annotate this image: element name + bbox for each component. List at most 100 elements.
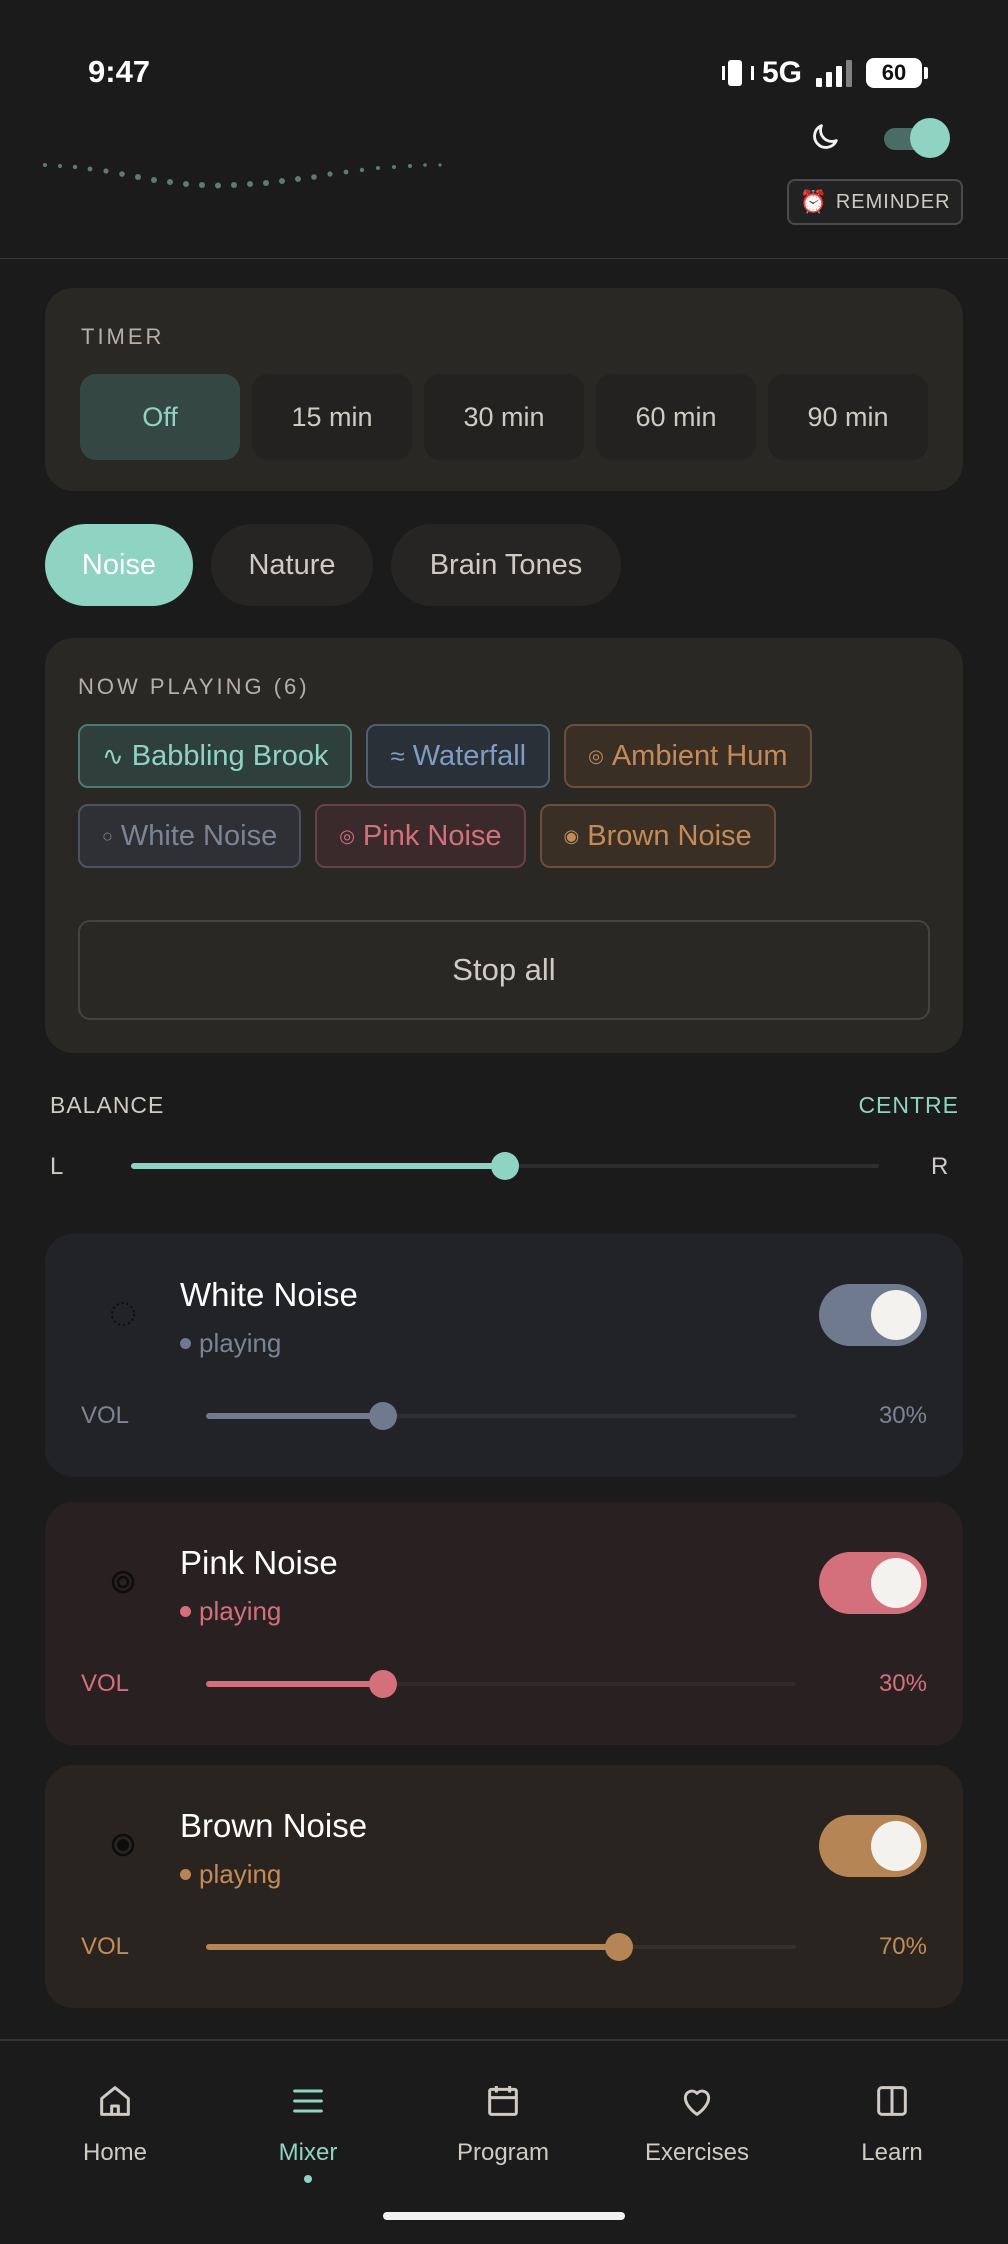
reminder-label: REMINDER: [835, 190, 951, 213]
active-indicator: [304, 2175, 312, 2183]
sound-state: playing: [180, 1859, 281, 1890]
toggle-knob: [871, 1558, 921, 1608]
sound-card-brown-noise: Brown Noise playing VOL 70%: [45, 1765, 963, 2008]
volume-slider[interactable]: [206, 1669, 796, 1699]
slider-thumb[interactable]: [491, 1152, 519, 1180]
chip-waterfall[interactable]: ≈ Waterfall: [366, 724, 551, 788]
wave-decoration: [43, 163, 442, 189]
status-time: 9:47: [88, 54, 151, 89]
reminder-button[interactable]: ⏰ REMINDER: [787, 179, 963, 225]
volume-slider[interactable]: [206, 1932, 796, 1962]
nav-label: Learn: [861, 2139, 923, 2166]
timer-option-30[interactable]: 30 min: [424, 374, 584, 460]
sound-card-white-noise: White Noise playing VOL 30%: [45, 1234, 963, 1477]
status-bar: 9:47 5G 60: [0, 0, 1008, 120]
sound-state-label: playing: [199, 1596, 282, 1626]
book-icon: [877, 2086, 907, 2116]
sound-state-label: playing: [199, 1859, 282, 1889]
nav-item-program[interactable]: Program: [406, 2081, 600, 2167]
balance-left-label: L: [50, 1153, 64, 1180]
nav-label: Exercises: [644, 2139, 750, 2166]
nav-label: Program: [456, 2139, 550, 2166]
chip-label: Ambient Hum: [611, 739, 788, 772]
dark-mode-toggle[interactable]: [884, 118, 950, 158]
hum-icon: ◎: [588, 745, 604, 766]
timer-label: TIMER: [81, 324, 165, 349]
timer-option-off[interactable]: Off: [80, 374, 240, 460]
balance-label: BALANCE: [50, 1092, 165, 1118]
volume-value: 70%: [878, 1933, 927, 1960]
nav-label: Home: [82, 2139, 148, 2166]
volume-label: VOL: [81, 1933, 130, 1960]
playing-dot: [180, 1606, 191, 1617]
playing-dot: [180, 1338, 191, 1349]
calendar-icon: [488, 2086, 518, 2116]
water-icon: ≈: [390, 740, 405, 771]
nav-item-learn[interactable]: Learn: [795, 2081, 989, 2167]
sound-toggle[interactable]: [819, 1552, 927, 1614]
white-noise-icon: [111, 1302, 135, 1326]
tab-noise[interactable]: Noise: [45, 524, 193, 606]
stop-all-button[interactable]: Stop all: [78, 920, 930, 1020]
slider-thumb[interactable]: [369, 1670, 397, 1698]
slider-fill: [131, 1163, 505, 1169]
vibrate-icon: [721, 58, 754, 88]
slider-fill: [206, 1681, 383, 1687]
slider-thumb[interactable]: [605, 1933, 633, 1961]
home-icon: [100, 2086, 130, 2116]
now-playing-card: NOW PLAYING (6) ∿ Babbling Brook ≈ Water…: [45, 638, 963, 1053]
sound-state: playing: [180, 1596, 281, 1627]
sound-name: White Noise: [180, 1276, 358, 1313]
sound-card-pink-noise: Pink Noise playing VOL 30%: [45, 1502, 963, 1745]
chip-label: Babbling Brook: [131, 739, 329, 772]
sound-state-label: playing: [199, 1328, 282, 1358]
nav-item-home[interactable]: Home: [18, 2081, 212, 2167]
timer-option-90[interactable]: 90 min: [768, 374, 928, 460]
slider-thumb[interactable]: [369, 1402, 397, 1430]
balance-slider[interactable]: [131, 1151, 879, 1181]
chip-label: Waterfall: [412, 739, 527, 772]
timer-card: TIMER Off 15 min 30 min 60 min 90 min: [45, 288, 963, 491]
home-indicator[interactable]: [383, 2212, 625, 2220]
wave-icon: ∿: [102, 740, 124, 771]
volume-value: 30%: [878, 1670, 927, 1697]
status-icons: 5G 60: [721, 56, 928, 90]
ring-icon: ◎: [339, 825, 355, 846]
timer-option-15[interactable]: 15 min: [252, 374, 412, 460]
volume-value: 30%: [878, 1402, 927, 1429]
sound-toggle[interactable]: [819, 1284, 927, 1346]
chip-label: White Noise: [120, 819, 278, 852]
sound-name: Brown Noise: [180, 1807, 368, 1844]
chip-ambient-hum[interactable]: ◎ Ambient Hum: [564, 724, 812, 788]
circle-icon: ○: [102, 825, 113, 846]
timer-option-60[interactable]: 60 min: [596, 374, 756, 460]
nav-item-exercises[interactable]: Exercises: [600, 2081, 794, 2167]
network-label: 5G: [761, 56, 802, 89]
header-divider: [0, 258, 1008, 259]
sound-toggle[interactable]: [819, 1815, 927, 1877]
volume-label: VOL: [81, 1402, 130, 1429]
toggle-knob: [871, 1821, 921, 1871]
chip-white-noise[interactable]: ○ White Noise: [78, 804, 302, 868]
toggle-knob: [871, 1290, 921, 1340]
balance-value: CENTRE: [858, 1092, 959, 1118]
chip-label: Brown Noise: [587, 819, 752, 852]
signal-icon: [816, 59, 852, 87]
tab-brain-tones[interactable]: Brain Tones: [391, 524, 621, 606]
heart-icon: [683, 2089, 711, 2116]
category-tabs: Noise Nature Brain Tones: [45, 524, 621, 606]
volume-slider[interactable]: [206, 1401, 796, 1431]
tab-nature[interactable]: Nature: [211, 524, 373, 606]
timer-options: Off 15 min 30 min 60 min 90 min: [80, 374, 928, 460]
balance-right-label: R: [931, 1153, 949, 1180]
chip-brown-noise[interactable]: ◉ Brown Noise: [539, 804, 776, 868]
moon-icon[interactable]: [808, 120, 842, 154]
now-playing-chips: ∿ Babbling Brook ≈ Waterfall ◎ Ambient H…: [78, 724, 938, 868]
chip-label: Pink Noise: [362, 819, 502, 852]
chip-pink-noise[interactable]: ◎ Pink Noise: [315, 804, 526, 868]
pink-noise-icon: [111, 1570, 135, 1594]
nav-item-mixer[interactable]: Mixer: [211, 2081, 405, 2183]
chip-babbling-brook[interactable]: ∿ Babbling Brook: [78, 724, 353, 788]
alarm-clock-icon: ⏰: [799, 189, 828, 214]
toggle-knob: [910, 118, 950, 158]
